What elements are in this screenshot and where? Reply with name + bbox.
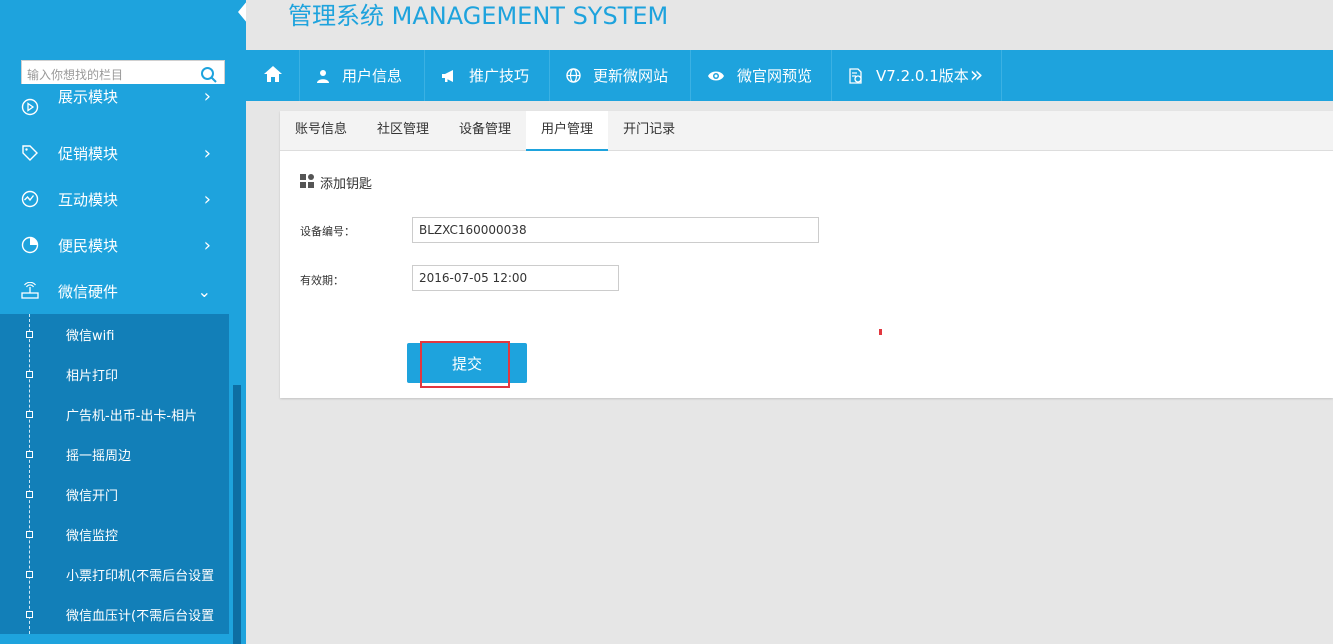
submenu-item-label: 微信wifi <box>66 328 115 344</box>
content-panel: 账号信息 社区管理 设备管理 用户管理 开门记录 添加钥匙 设备编号： 有效期：… <box>280 111 1333 398</box>
submenu-item-blood-pressure[interactable]: 微信血压计(不需后台设置 <box>0 594 229 634</box>
submenu-item-label: 微信开门 <box>66 488 119 504</box>
expiry-input[interactable] <box>412 265 619 291</box>
sidebar-item-promotion[interactable]: 促销模块 › <box>0 130 229 176</box>
sidebar-item-label: 展示模块 <box>58 87 119 106</box>
submenu-item-label: 广告机-出币-出卡-相片 <box>66 408 198 424</box>
user-icon <box>316 69 330 83</box>
submenu-item-label: 微信血压计(不需后台设置 <box>66 608 215 624</box>
tab-device-management[interactable]: 设备管理 <box>444 111 526 151</box>
device-number-input[interactable] <box>412 217 819 243</box>
sidebar-item-label: 微信硬件 <box>58 282 119 301</box>
nav-update-site[interactable]: 更新微网站 <box>550 50 691 101</box>
eye-icon <box>707 70 725 82</box>
chevron-right-icon: › <box>203 234 211 256</box>
activity-icon <box>20 189 40 209</box>
red-marker <box>879 329 882 335</box>
nav-user-info[interactable]: 用户信息 <box>300 50 425 101</box>
page-title: 管理系统 MANAGEMENT SYSTEM <box>288 2 669 30</box>
submenu-item-photo-print[interactable]: 相片打印 <box>0 354 229 394</box>
submenu-item-wifi[interactable]: 微信wifi <box>0 314 229 354</box>
submenu-item-label: 摇一摇周边 <box>66 448 132 464</box>
sidebar-item-convenience[interactable]: 便民模块 › <box>0 222 229 268</box>
submenu-item-label: 小票打印机(不需后台设置 <box>66 568 215 584</box>
pie-chart-icon <box>20 235 40 255</box>
tab-community-management[interactable]: 社区管理 <box>362 111 444 151</box>
nav-item-label: 更新微网站 <box>593 67 669 85</box>
submenu-item-ad-machine[interactable]: 广告机-出币-出卡-相片 <box>0 394 229 434</box>
sidebar-item-display[interactable]: 展示模块 › <box>0 84 229 130</box>
grid-icon <box>300 173 314 192</box>
tab-door-log[interactable]: 开门记录 <box>608 111 690 151</box>
double-chevron-right-icon: » <box>969 63 984 88</box>
sidebar-item-wechat-hardware[interactable]: 微信硬件 ⌄ <box>0 268 229 314</box>
tree-node-marker <box>26 331 33 338</box>
nav-item-label: V7.2.0.1版本 <box>876 67 969 85</box>
tree-node-marker <box>26 571 33 578</box>
expiry-label: 有效期： <box>300 274 344 287</box>
megaphone-icon <box>441 69 457 83</box>
sidebar: 展示模块 › 促销模块 › 互动模块 › 便民模块 › <box>0 0 246 644</box>
submenu-item-monitor[interactable]: 微信监控 <box>0 514 229 554</box>
globe-icon <box>566 68 581 83</box>
play-circle-icon <box>20 97 40 117</box>
panel-tabs: 账号信息 社区管理 设备管理 用户管理 开门记录 <box>280 111 1333 151</box>
section-title: 添加钥匙 <box>300 173 372 192</box>
sidebar-submenu: 微信wifi 相片打印 广告机-出币-出卡-相片 摇一摇周边 微信开门 微信监控… <box>0 314 229 634</box>
tab-account-info[interactable]: 账号信息 <box>280 111 362 151</box>
chevron-right-icon: › <box>203 188 211 210</box>
nav-item-label: 推广技巧 <box>469 67 530 85</box>
chevron-right-icon: › <box>203 85 211 107</box>
sidebar-item-label: 互动模块 <box>58 190 119 209</box>
submenu-item-label: 相片打印 <box>66 368 119 384</box>
home-icon <box>263 65 283 87</box>
sidebar-item-label: 便民模块 <box>58 236 119 255</box>
submenu-item-shake[interactable]: 摇一摇周边 <box>0 434 229 474</box>
nav-item-label: 微官网预览 <box>737 67 813 85</box>
tree-node-marker <box>26 371 33 378</box>
tab-user-management[interactable]: 用户管理 <box>526 111 609 151</box>
document-settings-icon <box>848 67 864 84</box>
device-number-label: 设备编号： <box>300 225 355 238</box>
tag-icon <box>20 143 40 163</box>
submenu-item-receipt-printer[interactable]: 小票打印机(不需后台设置 <box>0 554 229 594</box>
tree-node-marker <box>26 451 33 458</box>
tree-node-marker <box>26 491 33 498</box>
tree-node-marker <box>26 611 33 618</box>
tree-node-marker <box>26 531 33 538</box>
search-icon[interactable] <box>200 66 218 84</box>
chevron-down-icon: ⌄ <box>197 281 211 301</box>
submenu-item-label: 微信监控 <box>66 528 119 544</box>
sidebar-scrollbar-thumb[interactable] <box>233 385 241 644</box>
nav-promotion-tips[interactable]: 推广技巧 <box>425 50 550 101</box>
top-nav: 用户信息 推广技巧 更新微网站 微官网预览 V7.2.0.1版本 » <box>246 50 1333 101</box>
chevron-right-icon: › <box>203 142 211 164</box>
nav-site-preview[interactable]: 微官网预览 <box>691 50 832 101</box>
sidebar-corner-notch <box>238 0 246 24</box>
tree-node-marker <box>26 411 33 418</box>
nav-version[interactable]: V7.2.0.1版本 » <box>832 50 1002 101</box>
highlight-box <box>420 341 510 388</box>
sidebar-item-label: 促销模块 <box>58 144 119 163</box>
sidebar-menu: 展示模块 › 促销模块 › 互动模块 › 便民模块 › 微信硬件 ⌄ 微信wif… <box>0 84 229 634</box>
submenu-item-door-open[interactable]: 微信开门 <box>0 474 229 514</box>
nav-item-label: 用户信息 <box>342 67 403 85</box>
sidebar-item-interaction[interactable]: 互动模块 › <box>0 176 229 222</box>
home-button[interactable] <box>246 50 300 101</box>
section-title-label: 添加钥匙 <box>320 177 373 192</box>
router-icon <box>20 281 40 301</box>
